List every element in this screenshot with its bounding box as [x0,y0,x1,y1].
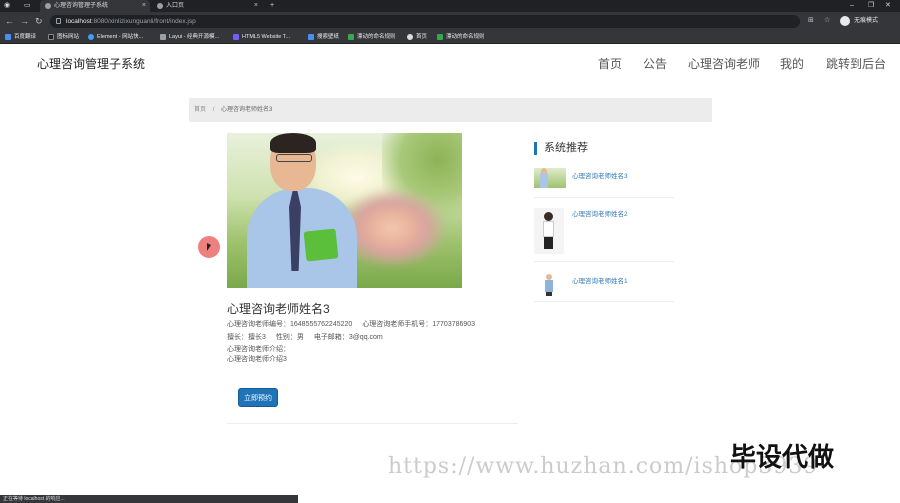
intro-label: 心理咨询老师介绍： [227,346,290,353]
skill-label: 擅长： [227,334,248,341]
nav-admin[interactable]: 跳转到后台 [826,55,886,72]
close-tab-icon[interactable]: × [142,0,146,12]
minimize-icon[interactable]: – [850,0,854,12]
tab-search-icon[interactable]: ◉ [4,0,10,12]
skill-value: 擅长3 [248,334,266,341]
recommend-item[interactable]: 心理咨询老师姓名2 [534,204,674,262]
browser-tab-strip: ◉ ▭ 心理咨询管理子系统 × 入口页 × + – ❐ ✕ [0,0,900,12]
close-window-icon[interactable]: ✕ [885,0,891,12]
nav-mine[interactable]: 我的 [780,55,804,72]
favicon-icon [45,3,51,9]
phone-label: 心理咨询老师手机号： [362,321,433,328]
bookmark-item[interactable]: HTML5 Website T... [233,30,290,44]
nav-home[interactable]: 首页 [598,55,622,72]
bookmark-icon [48,34,54,40]
reload-icon[interactable]: ↻ [35,15,43,27]
info-row-id-phone: 心理咨询老师编号：1648555762245220 心理咨询老师手机号：1770… [227,320,483,330]
phone-value: 17703786903 [432,321,476,328]
translate-icon[interactable]: ⊞ [808,16,814,24]
counselor-name: 心理咨询老师姓名3 [227,302,330,316]
bookmarks-bar: 百度翻译 图标网站 Element - 网站快... Layui - 经典开源模… [0,30,900,44]
browser-tab-1[interactable]: 心理咨询管理子系统 × [40,0,150,12]
bookmark-icon [88,34,94,40]
id-value: 1648555762245220 [290,321,353,328]
breadcrumb: 首页 / 心理咨询老师姓名3 [189,98,712,122]
recommend-item[interactable]: 心理咨询老师姓名1 [534,266,674,302]
book-now-button[interactable]: 立即预约 [238,388,278,407]
counselor-photo [227,133,462,288]
incognito-icon [840,16,850,26]
bookmark-item[interactable]: Element - 网站快... [88,30,143,44]
recommend-title: 系统推荐 [534,142,588,155]
recommend-thumb [534,208,564,254]
bookmark-icon [348,34,354,40]
cursor-highlight [198,236,220,258]
bookmark-icon [160,34,166,40]
address-toolbar: ← → ↻ localhost:8080/xinlizixunguanli/fr… [0,12,900,30]
info-row-skill-gender-email: 擅长：擅长3 性别：男 电子邮箱：3@qq.com [227,333,391,343]
window-icon: ▭ [24,2,31,9]
bookmark-icon [437,34,443,40]
bookmark-icon [308,34,314,40]
email-value: 3@qq.com [348,334,383,341]
bookmark-icon [233,34,239,40]
recommend-item[interactable]: 心理咨询老师姓名3 [534,166,674,198]
status-bar: 正在等待 localhost 的响应... [0,495,298,503]
divider [227,423,518,424]
url-bar[interactable]: localhost:8080/xinlizixunguanli/front/in… [50,15,800,28]
nav-announcements[interactable]: 公告 [643,55,667,72]
bookmark-item[interactable]: 图标网站 [48,30,79,44]
email-label: 电子邮箱： [313,334,349,341]
close-tab-icon[interactable]: × [254,0,258,12]
bookmark-item[interactable]: 漂动的命名规则 [348,30,396,44]
incognito-profile[interactable]: 无痕模式 [840,15,878,27]
watermark-text: 毕设代做 [730,442,835,472]
breadcrumb-current: 心理咨询老师姓名3 [221,107,273,113]
new-tab-button[interactable]: + [270,0,274,12]
bookmark-item[interactable]: 百度翻译 [5,30,36,44]
intro-value: 心理咨询老师介绍3 [227,356,287,363]
gender-label: 性别： [275,334,297,341]
bookmark-star-icon[interactable]: ☆ [824,16,830,24]
web-page: 心理咨询管理子系统 首页 公告 心理咨询老师 我的 跳转到后台 首页 / 心理咨… [0,44,900,503]
nav-counselors[interactable]: 心理咨询老师 [688,55,760,72]
site-info-icon[interactable] [56,18,61,24]
url-host: localhost [66,18,92,25]
recommend-thumb [534,272,564,296]
url-path: :8080/xinlizixunguanli/front/index.jsp [91,18,196,25]
bookmark-item[interactable]: 首页 [407,30,427,44]
bookmark-item[interactable]: 漂动的命名规则 [437,30,485,44]
maximize-icon[interactable]: ❐ [868,0,874,12]
gender-value: 男 [296,334,304,341]
favicon-icon [157,3,163,9]
bookmark-icon [407,34,413,40]
bookmark-item[interactable]: Layui - 经典开源模... [160,30,219,44]
forward-icon[interactable]: → [20,15,29,27]
site-title: 心理咨询管理子系统 [37,57,146,71]
bookmark-icon [5,34,11,40]
breadcrumb-home[interactable]: 首页 [194,107,206,113]
breadcrumb-separator: / [212,107,215,113]
recommend-thumb [534,168,566,188]
bookmark-item[interactable]: 搜索壁纸 [308,30,339,44]
mouse-pointer-icon [207,243,211,251]
browser-tab-2[interactable]: 入口页 × [152,0,262,12]
back-icon[interactable]: ← [5,15,14,27]
id-label: 心理咨询老师编号： [227,321,290,328]
